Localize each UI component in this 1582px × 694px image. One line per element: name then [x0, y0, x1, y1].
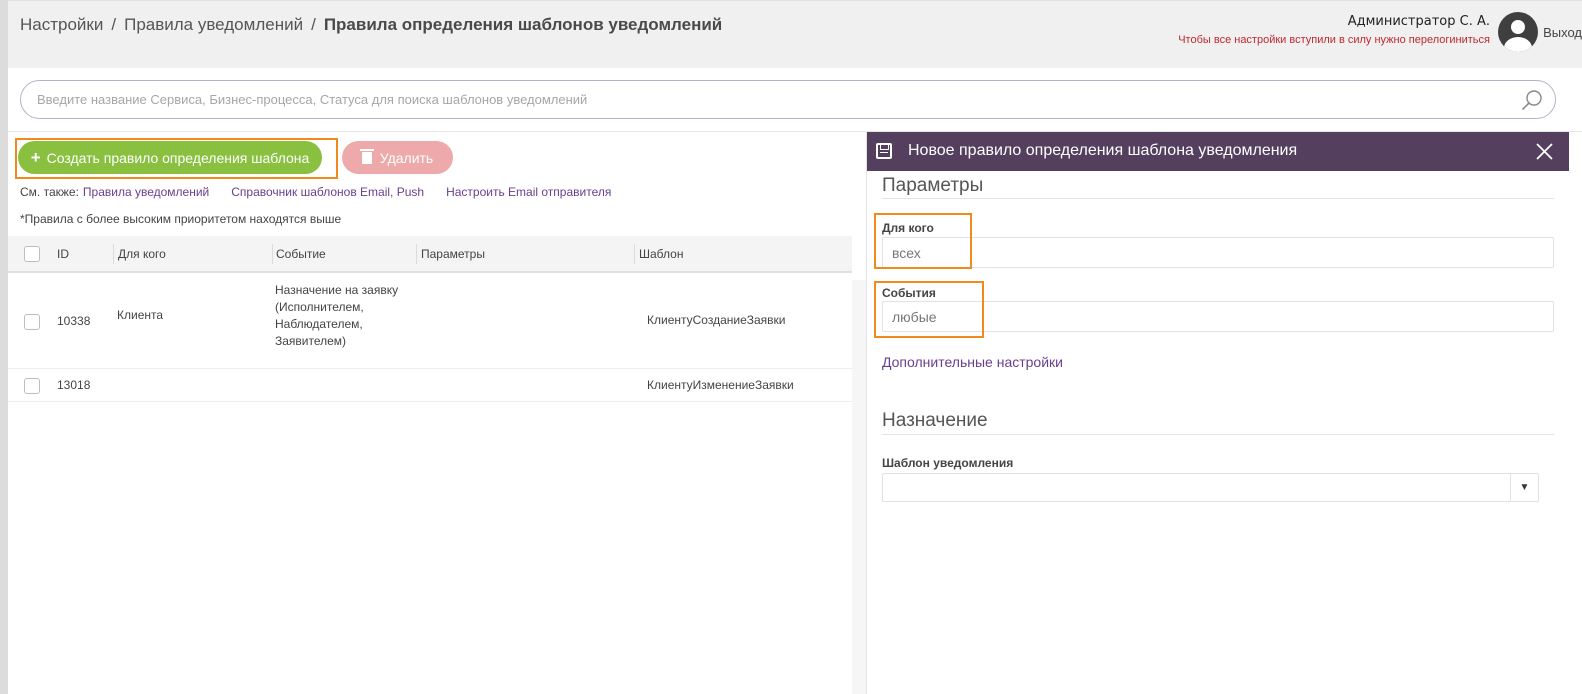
row-event-line: Наблюдателем, [275, 317, 363, 331]
highlight-events [874, 281, 984, 338]
row-for-whom: Клиента [117, 308, 164, 322]
row-event: Назначение на заявку (Исполнителем, Набл… [275, 282, 398, 350]
panel-header: Новое правило определения шаблона уведом… [867, 132, 1569, 171]
user-info: Администратор С. А. Чтобы все настройки … [1178, 14, 1490, 46]
trash-icon [359, 148, 374, 164]
chevron-down-icon[interactable]: ▼ [1510, 474, 1538, 501]
assign-section-title: Назначение [882, 410, 988, 431]
breadcrumb-item-settings[interactable]: Настройки [20, 15, 103, 34]
table-row[interactable]: 10338 Клиента Назначение на заявку (Испо… [8, 275, 852, 369]
row-event-line: Заявителем) [275, 334, 347, 348]
row-template: КлиентуСозданиеЗаявки [647, 313, 786, 327]
search-input[interactable] [37, 81, 1517, 118]
column-divider [634, 244, 635, 264]
search-area [8, 68, 1582, 132]
column-header-params[interactable]: Параметры [421, 247, 485, 261]
row-id: 13018 [57, 378, 91, 392]
user-avatar-icon[interactable] [1498, 12, 1538, 52]
link-notification-rules[interactable]: Правила уведомлений [83, 185, 209, 199]
panel-title: Новое правило определения шаблона уведом… [908, 142, 1298, 159]
list-scrollbar[interactable] [852, 280, 866, 694]
avatar-head [1511, 20, 1525, 34]
user-name[interactable]: Администратор С. А. [1178, 14, 1490, 29]
breadcrumb-separator: / [311, 15, 316, 34]
link-email-sender[interactable]: Настроить Email отправителя [446, 185, 611, 199]
row-event-line: (Исполнителем, [275, 300, 364, 314]
new-rule-panel: Новое правило определения шаблона уведом… [866, 132, 1569, 694]
section-divider [882, 198, 1554, 199]
save-icon[interactable] [876, 143, 892, 159]
breadcrumb: Настройки / Правила уведомлений / Правила оп… [20, 15, 722, 35]
highlight-create-button [15, 138, 338, 179]
delete-label: Удалить [379, 149, 434, 166]
see-also-label: См. также: [20, 185, 79, 199]
row-template: КлиентуИзменениеЗаявки [647, 378, 794, 392]
template-select[interactable]: ▼ [882, 473, 1539, 502]
column-header-for-whom[interactable]: Для кого [118, 247, 166, 261]
column-header-id[interactable]: ID [57, 247, 69, 261]
page-title: Правила определения шаблонов уведомлений [323, 15, 723, 34]
breadcrumb-item-notification-rules[interactable]: Правила уведомлений [124, 15, 303, 34]
breadcrumb-separator: / [111, 15, 117, 34]
see-also: См. также: Правила уведомлений Справочник … [20, 185, 611, 199]
column-divider [416, 244, 417, 264]
delete-button[interactable]: Удалить [342, 141, 453, 174]
row-id: 10338 [57, 314, 91, 328]
template-label: Шаблон уведомления [882, 456, 1014, 470]
column-divider [272, 244, 273, 264]
close-icon[interactable] [1536, 143, 1553, 160]
column-divider [113, 244, 114, 264]
row-checkbox[interactable] [24, 378, 40, 394]
avatar-body [1504, 37, 1532, 52]
search-box[interactable] [20, 80, 1556, 119]
link-template-directory[interactable]: Справочник шаблонов Email, Push [231, 185, 424, 199]
row-event-line: Назначение на заявку [275, 283, 399, 297]
logout-link[interactable]: Выход [1543, 25, 1582, 40]
table-header: ID Для кого Событие Параметры Шаблон [8, 236, 852, 273]
row-checkbox[interactable] [24, 314, 40, 330]
column-header-template[interactable]: Шаблон [639, 247, 683, 261]
search-icon[interactable] [1521, 89, 1543, 111]
relogin-warning: Чтобы все настройки вступили в силу нужн… [1178, 34, 1490, 46]
select-all-checkbox[interactable] [24, 246, 40, 262]
rules-list-panel: + Создать правило определения шаблона Уд… [8, 132, 852, 694]
highlight-for-whom [874, 213, 972, 269]
params-section-title: Параметры [882, 175, 984, 196]
left-edge-strip [0, 0, 8, 694]
top-bar: Настройки / Правила уведомлений / Правила оп… [8, 0, 1582, 68]
table-row[interactable]: 13018 КлиентуИзменениеЗаявки [8, 369, 852, 402]
priority-note: *Правила с более высоким приоритетом нах… [20, 212, 342, 226]
column-header-event[interactable]: Событие [276, 247, 326, 261]
advanced-settings-link[interactable]: Дополнительные настройки [882, 354, 1063, 370]
section-divider [882, 434, 1554, 435]
for-whom-field[interactable]: всех [882, 237, 1554, 268]
